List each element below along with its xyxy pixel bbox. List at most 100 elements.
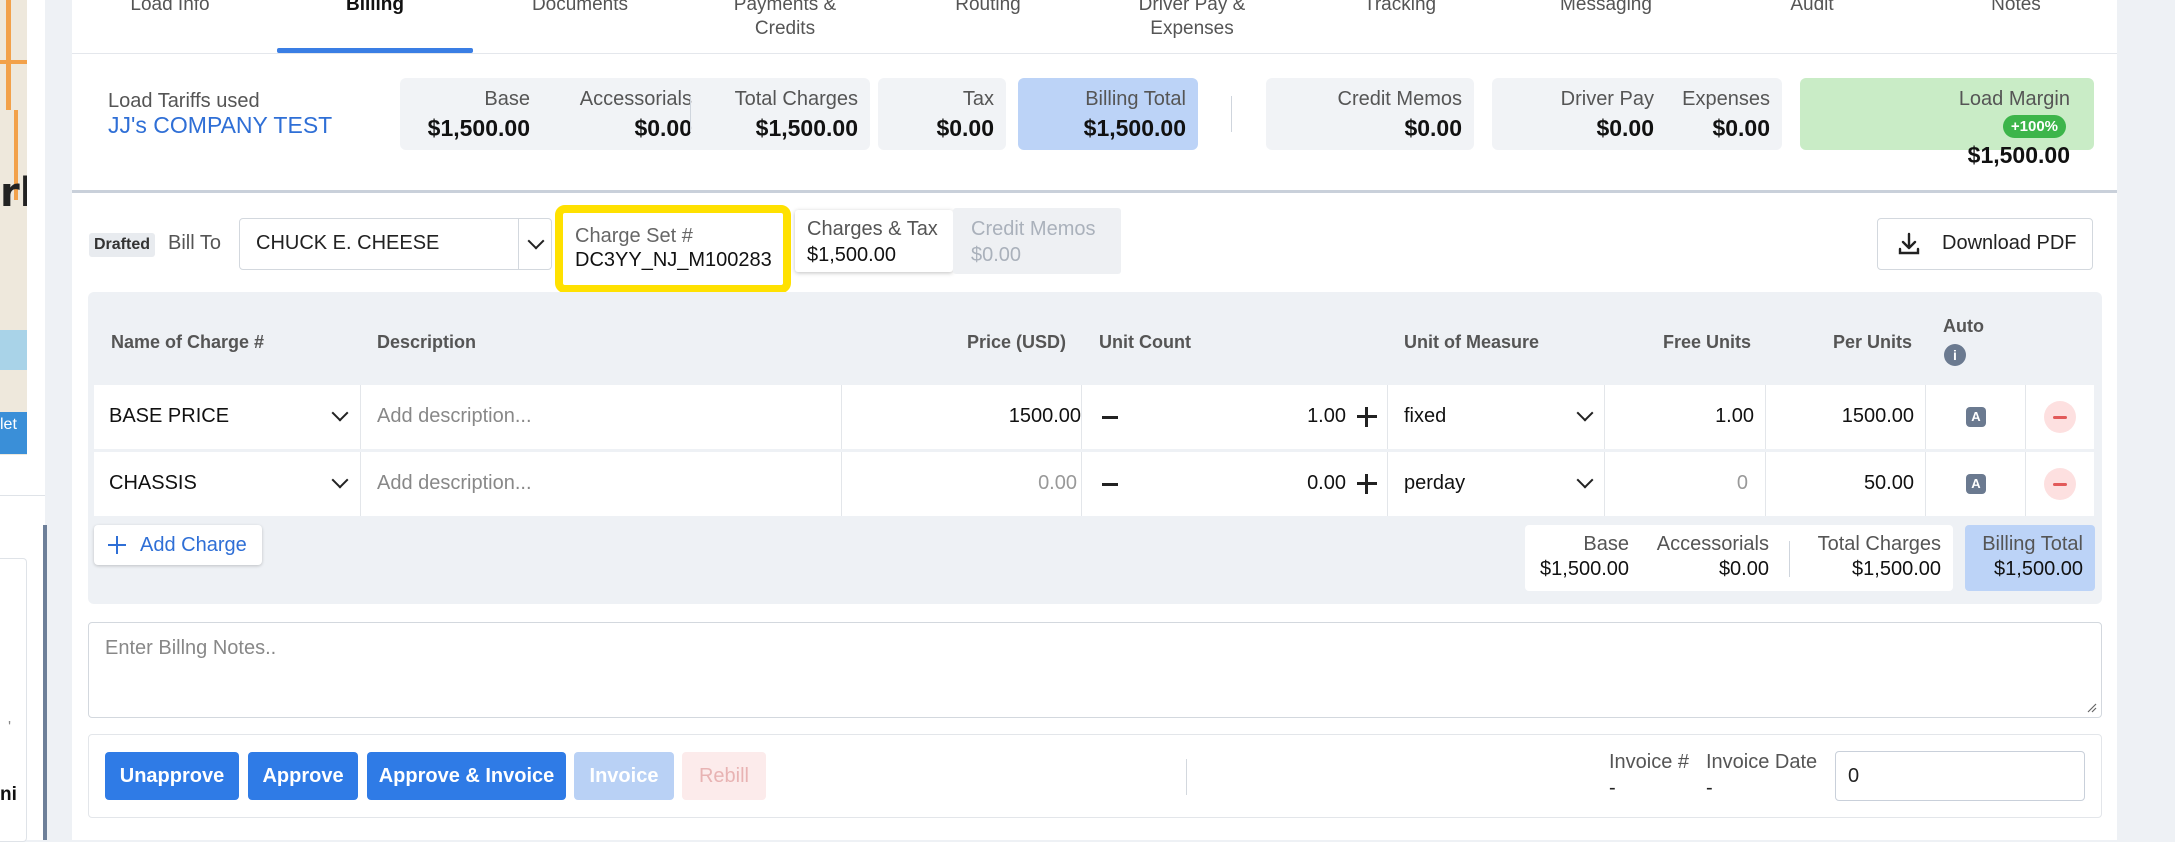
info-icon[interactable]: i bbox=[1944, 344, 1966, 366]
resize-handle-icon[interactable] bbox=[2085, 701, 2097, 713]
credit-memos-value: $0.00 bbox=[971, 244, 1022, 266]
tariff-link[interactable]: JJ's COMPANY TEST bbox=[108, 112, 332, 139]
tab-audit[interactable]: Audit bbox=[1714, 0, 1910, 54]
price-input[interactable]: 0.00 bbox=[1038, 472, 1077, 495]
tab-bar: Load Info Billing Documents Payments & C… bbox=[72, 0, 2117, 54]
panel-edge bbox=[43, 525, 47, 840]
tab-payments-credits[interactable]: Payments & Credits bbox=[687, 0, 883, 54]
free-units-input[interactable]: 1.00 bbox=[1715, 405, 1754, 428]
cell-divider bbox=[1387, 452, 1388, 516]
cell-divider bbox=[1925, 452, 1926, 516]
table-row: BASE PRICE Add description... 1500.00 1.… bbox=[94, 385, 2094, 449]
unit-count-input[interactable]: 1.00 bbox=[1307, 405, 1346, 428]
tab-messaging[interactable]: Messaging bbox=[1508, 0, 1704, 54]
totals-separator bbox=[1789, 541, 1790, 577]
chevron-down-icon[interactable] bbox=[1576, 404, 1594, 422]
add-charge-button[interactable]: Add Charge bbox=[94, 525, 262, 565]
per-units-input[interactable]: 50.00 bbox=[1864, 472, 1914, 495]
credit-memos-label: Credit Memos bbox=[971, 218, 1096, 240]
charges-summary-box: Base $1,500.00 Accessorials $0.00 Total Ch… bbox=[400, 78, 870, 150]
charge-set-label: Charge Set # bbox=[575, 225, 693, 247]
side-card-mark: ' bbox=[8, 719, 12, 736]
description-input[interactable]: Add description... bbox=[377, 472, 532, 495]
download-icon bbox=[1898, 232, 1920, 255]
auto-icon[interactable]: A bbox=[1966, 474, 1986, 494]
plus-icon bbox=[108, 536, 126, 554]
approve-button[interactable]: Approve bbox=[248, 752, 358, 800]
auto-icon[interactable]: A bbox=[1966, 407, 1986, 427]
remove-icon[interactable] bbox=[2044, 468, 2076, 500]
chevron-down-icon[interactable] bbox=[1576, 471, 1594, 489]
per-units-input[interactable]: 1500.00 bbox=[1842, 405, 1914, 428]
remove-icon[interactable] bbox=[2044, 401, 2076, 433]
tab-tracking[interactable]: Tracking bbox=[1302, 0, 1498, 54]
bill-to-select[interactable]: CHUCK E. CHEESE bbox=[239, 218, 552, 270]
header-free-units: Free Units bbox=[1663, 332, 1752, 352]
credit-memos-tab[interactable]: Credit Memos $0.00 bbox=[953, 208, 1121, 274]
header-price: Price (USD) bbox=[967, 332, 1067, 352]
header-unit-measure: Unit of Measure bbox=[1404, 332, 1540, 352]
charge-name-select[interactable]: BASE PRICE bbox=[109, 405, 229, 428]
billing-summary: Load Tariffs used JJ's COMPANY TEST Base… bbox=[72, 54, 2117, 190]
header-charge-name: Name of Charge # bbox=[111, 332, 265, 352]
tab-documents[interactable]: Documents bbox=[482, 0, 678, 54]
side-divider bbox=[0, 495, 45, 496]
cell-divider bbox=[841, 385, 842, 449]
decrement-icon[interactable] bbox=[1102, 416, 1118, 419]
tab-notes[interactable]: Notes bbox=[1918, 0, 2114, 54]
decrement-icon[interactable] bbox=[1102, 483, 1118, 486]
unit-measure-select[interactable]: perday bbox=[1404, 472, 1465, 495]
notes-placeholder: Enter Billng Notes.. bbox=[105, 637, 277, 659]
side-card-text: ni bbox=[0, 784, 17, 805]
tab-load-info[interactable]: Load Info bbox=[72, 0, 268, 54]
cell-divider bbox=[1081, 452, 1082, 516]
map-attribution: let bbox=[0, 412, 27, 454]
map-thumbnail[interactable]: rk let bbox=[0, 0, 27, 455]
unit-measure-select[interactable]: fixed bbox=[1404, 405, 1446, 428]
summary-divider bbox=[1231, 96, 1232, 132]
unapprove-button[interactable]: Unapprove bbox=[105, 752, 239, 800]
billing-total-box: Billing Total $1,500.00 bbox=[1018, 78, 1198, 150]
approve-invoice-button[interactable]: Approve & Invoice bbox=[367, 752, 566, 800]
totals-base: Base $1,500.00 bbox=[1540, 533, 1629, 580]
bill-to-label: Bill To bbox=[168, 232, 221, 254]
increment-icon[interactable] bbox=[1357, 474, 1377, 494]
invoice-button[interactable]: Invoice bbox=[574, 752, 674, 800]
add-charge-label: Add Charge bbox=[140, 534, 247, 556]
description-input[interactable]: Add description... bbox=[377, 405, 532, 428]
chevron-down-icon[interactable] bbox=[527, 232, 545, 250]
summary-base: Base $1,500.00 bbox=[427, 88, 530, 141]
charge-set-tab[interactable]: Charge Set # DC3YY_NJ_M100283 bbox=[555, 205, 791, 293]
rebill-button[interactable]: Rebill bbox=[682, 752, 766, 800]
tab-routing[interactable]: Routing bbox=[890, 0, 1086, 54]
cell-divider bbox=[360, 452, 361, 516]
free-units-input[interactable]: 0 bbox=[1737, 472, 1748, 495]
tab-driver-pay-expenses[interactable]: Driver Pay & Expenses bbox=[1094, 0, 1290, 54]
tab-billing[interactable]: Billing bbox=[277, 0, 473, 54]
cell-divider bbox=[1765, 385, 1766, 449]
invoice-date-input-value: 0 bbox=[1848, 765, 1860, 787]
invoice-date-input[interactable]: 0 bbox=[1835, 751, 2085, 801]
totals-total-charges: Total Charges $1,500.00 bbox=[1817, 533, 1941, 580]
cell-divider bbox=[1604, 385, 1605, 449]
chevron-down-icon[interactable] bbox=[331, 471, 349, 489]
chevron-down-icon[interactable] bbox=[331, 404, 349, 422]
download-pdf-label: Download PDF bbox=[1942, 232, 2077, 254]
price-input[interactable]: 1500.00 bbox=[1009, 405, 1081, 428]
charges-tax-tab[interactable]: Charges & Tax $1,500.00 bbox=[795, 210, 953, 272]
increment-icon[interactable] bbox=[1357, 407, 1377, 427]
invoice-date-value: - bbox=[1706, 777, 1713, 799]
tariffs-label: Load Tariffs used bbox=[108, 90, 260, 112]
charges-totals: Base $1,500.00 Accessorials $0.00 Total … bbox=[1525, 525, 1953, 591]
actions-separator bbox=[1186, 759, 1187, 795]
download-pdf-button[interactable]: Download PDF bbox=[1877, 218, 2093, 270]
invoice-number-value: - bbox=[1609, 777, 1616, 799]
billing-notes-input[interactable]: Enter Billng Notes.. bbox=[88, 622, 2102, 718]
map-label-fragment: rk bbox=[0, 170, 27, 216]
cell-divider bbox=[1604, 452, 1605, 516]
charge-name-select[interactable]: CHASSIS bbox=[109, 472, 197, 495]
unit-count-input[interactable]: 0.00 bbox=[1307, 472, 1346, 495]
driver-expense-box: Driver Pay $0.00 Expenses $0.00 bbox=[1492, 78, 1782, 150]
header-auto: Auto bbox=[1943, 316, 1984, 336]
header-per-units: Per Units bbox=[1833, 332, 1913, 352]
